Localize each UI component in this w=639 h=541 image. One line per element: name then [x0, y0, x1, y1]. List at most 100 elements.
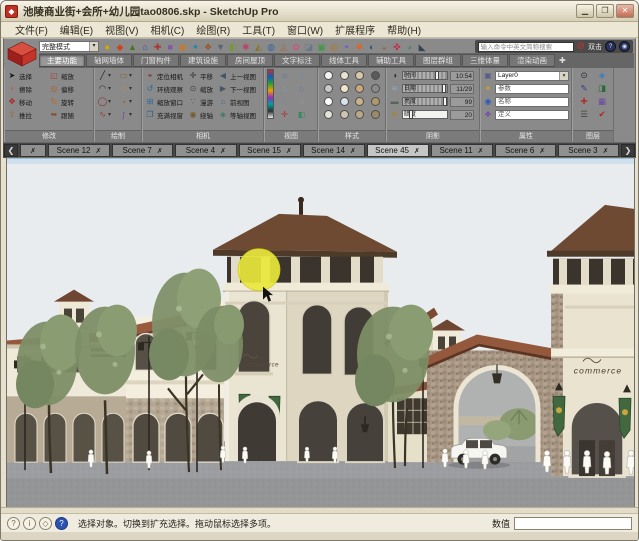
magnifier-icon[interactable]: ⊙ [580, 70, 587, 81]
scene-tab-scene-11[interactable]: Scene 11✗ [431, 144, 493, 157]
ground-shadow-icon[interactable]: ▬ [389, 95, 400, 108]
menu-item-1[interactable]: 编辑(E) [54, 22, 99, 37]
draw-arc-button[interactable]: ◠▾ [97, 82, 118, 95]
slider-1[interactable]: 日期 [402, 84, 448, 93]
suapp-tab-5[interactable]: 文字标注 [274, 54, 320, 67]
quick-tool-icon-21[interactable]: ◐ [365, 41, 378, 53]
front-view-icon[interactable]: ⌂ [276, 82, 293, 95]
slider-0-thumb[interactable] [435, 71, 439, 80]
draw-polygon-button[interactable]: ◇▾ [118, 82, 139, 95]
tool-offset-button[interactable]: ◎偏移 [49, 82, 91, 95]
suapp-tab-1[interactable]: 轴网墙体 [86, 54, 132, 67]
info-status-icon[interactable]: i [23, 517, 36, 530]
search-input[interactable]: 输入命令中英文简称搜索 [478, 42, 574, 52]
scene-tab-scene-12[interactable]: Scene 12✗ [48, 144, 110, 157]
suapp-logo-icon[interactable] [7, 40, 38, 67]
quick-tool-icon-19[interactable]: ◓ [340, 41, 353, 53]
suapp-tab-0[interactable]: 主要功能 [39, 54, 85, 67]
menu-item-4[interactable]: 绘图(R) [190, 22, 236, 37]
suapp-tab-6[interactable]: 线体工具 [321, 54, 367, 67]
tool-front-view-button[interactable]: ⌂前视图 [218, 95, 261, 108]
menu-item-6[interactable]: 窗口(W) [281, 22, 329, 37]
tool-zoom-window-button[interactable]: ⊞缩放窗口 [145, 95, 188, 108]
gem-icon[interactable]: ◈ [599, 70, 606, 81]
minimize-button[interactable]: ▁ [576, 4, 594, 18]
close-button[interactable]: ✕ [616, 4, 634, 18]
iso-view-icon[interactable]: ⌂ [276, 69, 293, 82]
quick-tool-icon-7[interactable]: ✦ [189, 41, 202, 53]
quick-tool-icon-0[interactable]: ● [101, 41, 114, 53]
quick-tool-icon-17[interactable]: ▣ [315, 41, 328, 53]
model-scene[interactable]: commerce [7, 159, 634, 507]
suapp-tab-7[interactable]: 辅助工具 [368, 54, 414, 67]
suapp-tab-2[interactable]: 门窗构件 [133, 54, 179, 67]
close-icon[interactable]: ✗ [350, 147, 356, 155]
tool-pan-button[interactable]: ✛平移 [188, 69, 218, 82]
tool-iso-view-button[interactable]: ◈等轴视图 [218, 108, 261, 121]
quick-tool-icon-14[interactable]: ◬ [277, 41, 290, 53]
quick-tool-icon-24[interactable]: ◕ [403, 41, 416, 53]
geo-status-icon[interactable]: ◇ [39, 517, 52, 530]
menu-item-2[interactable]: 视图(V) [99, 22, 144, 37]
quick-tool-icon-23[interactable]: ✜ [391, 41, 404, 53]
close-icon[interactable]: ✗ [603, 147, 609, 155]
draw-freehand-button[interactable]: ∿▾ [97, 108, 118, 121]
style-preset-9[interactable] [340, 97, 349, 106]
menu-item-5[interactable]: 工具(T) [236, 22, 281, 37]
quick-tool-icon-6[interactable]: ◉ [177, 41, 190, 53]
quick-tool-icon-4[interactable]: ✚ [151, 41, 164, 53]
style-preset-1[interactable] [340, 71, 349, 80]
check-icon[interactable]: ✔ [598, 109, 605, 120]
right-tower[interactable]: commerce [547, 205, 634, 476]
credits-status-icon[interactable]: ? [55, 517, 68, 530]
scene-tab-scene-14[interactable]: Scene 14✗ [303, 144, 365, 157]
draw-circle-button[interactable]: ◯▾ [97, 95, 118, 108]
round-extra-button[interactable]: ◉ [619, 41, 630, 52]
menu-item-0[interactable]: 文件(F) [9, 22, 54, 37]
tool-walk-button[interactable]: ∵漫游 [188, 95, 218, 108]
scene-next-button[interactable]: ❯ [621, 144, 635, 157]
tool-follow-me-button[interactable]: ➥跟随 [49, 108, 91, 121]
close-icon[interactable]: ✗ [157, 147, 163, 155]
tool-position-camera-button[interactable]: ⌖定位相机 [145, 69, 188, 82]
draw-rectangle-button[interactable]: ▭▾ [118, 69, 139, 82]
slider-1-thumb[interactable] [442, 84, 446, 93]
suapp-tab-4[interactable]: 房间屋顶 [227, 54, 273, 67]
definition-field[interactable]: 定义 [495, 110, 569, 120]
quick-tool-icon-11[interactable]: ✱ [240, 41, 253, 53]
back-view-icon[interactable]: ⌂ [276, 95, 293, 108]
quick-tool-icon-16[interactable]: ◪ [303, 41, 316, 53]
style-preset-12[interactable] [324, 110, 333, 119]
slider-3[interactable]: 暗度 [402, 110, 448, 119]
scene-tab-scene-7[interactable]: Scene 7✗ [112, 144, 173, 157]
tool-previous-view-button[interactable]: ◀上一视图 [218, 69, 261, 82]
style-preset-15[interactable] [371, 110, 380, 119]
close-icon[interactable]: ✗ [30, 147, 36, 155]
style-preset-2[interactable] [355, 71, 364, 80]
quick-tool-icon-8[interactable]: ❖ [202, 41, 215, 53]
draw-pie-button[interactable]: ◔▾ [118, 95, 139, 108]
mode-select[interactable]: 完整模式 ▾ [39, 41, 99, 52]
suapp-tab-3[interactable]: 建筑设施 [180, 54, 226, 67]
quick-tool-icon-1[interactable]: ◆ [114, 41, 127, 53]
paint-icon[interactable]: ◨ [598, 83, 606, 94]
tool-zoom-extents-button[interactable]: ❒充满视窗 [145, 108, 188, 121]
help-status-icon[interactable]: ? [7, 517, 20, 530]
suapp-tab-8[interactable]: 图层群组 [415, 54, 461, 67]
scene-tab-scene-15[interactable]: Scene 15✗ [239, 144, 301, 157]
style-preset-6[interactable] [355, 84, 364, 93]
params-field[interactable]: 参数 [495, 84, 569, 94]
menu-item-7[interactable]: 扩展程序 [329, 22, 381, 37]
quick-tool-icon-3[interactable]: ⌂ [139, 41, 152, 53]
top-view-icon[interactable]: ⌂ [293, 69, 310, 82]
plus-icon[interactable]: ✚ [580, 96, 587, 107]
style-preset-7[interactable] [371, 84, 380, 93]
right-view-icon[interactable]: ⌂ [293, 82, 310, 95]
tool-next-view-button[interactable]: ▶下一视图 [218, 82, 261, 95]
quick-tool-icon-18[interactable]: ◎ [328, 41, 341, 53]
scene-tab-scene-3[interactable]: Scene 3✗ [558, 144, 619, 157]
suapp-tab-9[interactable]: 三维体量 [462, 54, 508, 67]
style-preset-13[interactable] [340, 110, 349, 119]
title-bar[interactable]: ◆ 池陵商业街+会所+幼儿园tao0806.skp - SketchUp Pro… [1, 1, 638, 22]
tool-look-around-button[interactable]: ◉绕轴 [188, 108, 218, 121]
